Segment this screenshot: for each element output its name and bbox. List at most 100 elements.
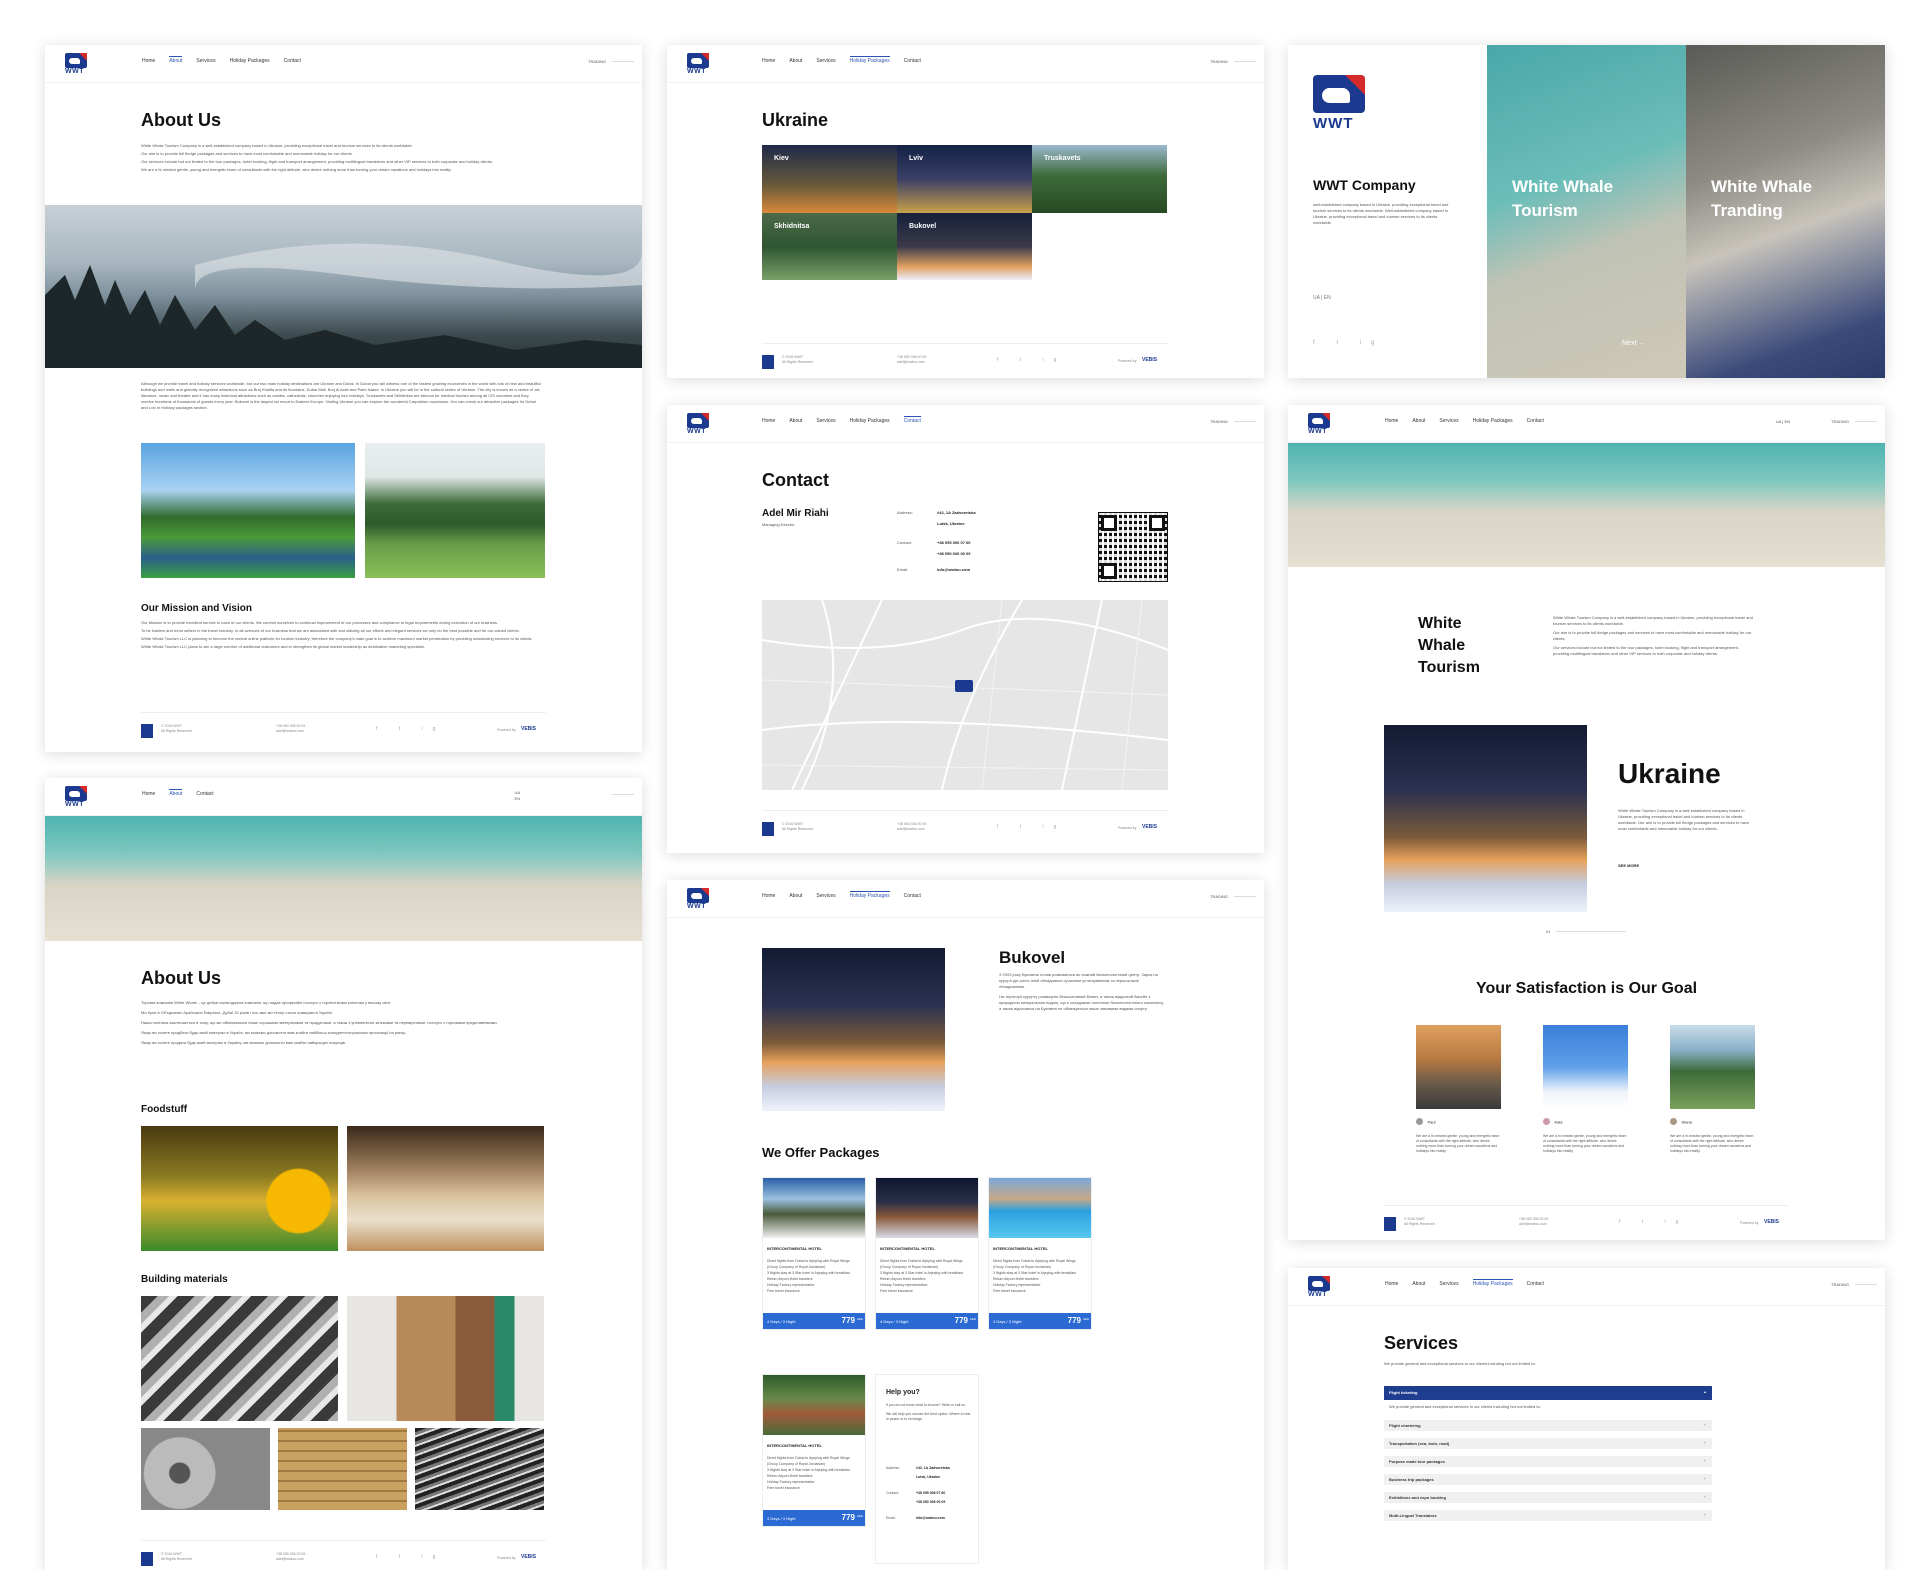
nav-trading[interactable]: TRADING — [1210, 894, 1228, 899]
nav-contact[interactable]: Contact — [1527, 1281, 1544, 1287]
nav-about[interactable]: About — [1412, 418, 1425, 424]
accordion-item[interactable]: Transportation (sea, train, road) + — [1384, 1438, 1712, 1449]
package-price-bar[interactable]: 4 Days / 3 Night 779 AED — [876, 1313, 978, 1329]
wwt-logo[interactable]: WWT — [1308, 1276, 1330, 1300]
nav-about[interactable]: About — [789, 893, 802, 899]
email-link[interactable]: info@wwtou.com — [916, 1515, 945, 1521]
phone-number[interactable]: +38 095 006 07 60 — [937, 540, 970, 546]
next-button[interactable]: Next → — [1622, 340, 1645, 347]
nav-trading[interactable]: TRADING — [588, 59, 606, 64]
social-icons[interactable]: f t ig — [1619, 1219, 1688, 1225]
nav-services[interactable]: Services — [816, 893, 835, 899]
wwt-logo[interactable]: WWT — [65, 53, 87, 77]
wwt-logo[interactable]: WWT — [1308, 413, 1330, 437]
footer-logo[interactable] — [762, 355, 774, 369]
footer-email[interactable]: adel@wwtou.com — [897, 360, 926, 365]
nav-about[interactable]: About — [169, 56, 183, 64]
vebis-logo[interactable]: VEBIS — [521, 726, 536, 732]
menu-line[interactable] — [1234, 61, 1256, 62]
social-icons[interactable]: f t ig — [376, 1554, 445, 1560]
package-price-bar[interactable]: 4 Days / 3 Night 779 AED — [989, 1313, 1091, 1329]
social-icons[interactable]: f t ig — [1313, 340, 1384, 346]
nav-trading[interactable]: TRADING — [1831, 1282, 1849, 1287]
nav-contact[interactable]: Contact — [1527, 418, 1544, 424]
menu-line[interactable] — [1855, 1284, 1877, 1285]
accordion-item[interactable]: Business trip packages + — [1384, 1474, 1712, 1485]
footer-logo[interactable] — [141, 1552, 153, 1566]
nav-services[interactable]: Services — [1439, 418, 1458, 424]
nav-services[interactable]: Services — [816, 418, 835, 424]
social-icons[interactable]: f t ig — [997, 824, 1066, 830]
nav-holiday[interactable]: Holiday Packages — [1472, 1279, 1513, 1287]
language-switch[interactable]: UA EN — [514, 790, 520, 802]
nav-holiday[interactable]: Holiday Packages — [849, 891, 890, 899]
phone-number[interactable]: +38 050 036 00 09 — [937, 551, 970, 557]
nav-contact[interactable]: Contact — [903, 416, 921, 424]
location-map[interactable] — [762, 600, 1168, 790]
social-icons[interactable]: f t ig — [376, 726, 445, 732]
nav-holiday[interactable]: Holiday Packages — [849, 56, 890, 64]
footer-logo[interactable] — [762, 822, 774, 836]
wwt-logo[interactable]: WWT — [65, 786, 87, 810]
vebis-logo[interactable]: VEBIS — [1142, 357, 1157, 363]
nav-about[interactable]: About — [1412, 1281, 1425, 1287]
city-tile-lviv[interactable]: Lviv — [897, 145, 1032, 213]
city-tile-bukovel[interactable]: Bukovel — [897, 213, 1032, 280]
see-more-link[interactable]: SEE MORE — [1618, 863, 1639, 868]
nav-home[interactable]: Home — [1385, 1281, 1398, 1287]
menu-line[interactable] — [1234, 896, 1256, 897]
language-switch[interactable]: UA | EN — [1776, 419, 1790, 424]
slider-pager[interactable]: 01 — [1546, 929, 1550, 934]
wwt-large-logo[interactable]: WWT — [1313, 75, 1365, 133]
nav-about[interactable]: About — [169, 789, 183, 797]
vebis-logo[interactable]: VEBIS — [1764, 1219, 1779, 1225]
nav-contact[interactable]: Contact — [904, 58, 921, 64]
accordion-item[interactable]: Multi-Lingual Translators + — [1384, 1510, 1712, 1521]
nav-home[interactable]: Home — [762, 893, 775, 899]
nav-services[interactable]: Services — [196, 58, 215, 64]
wwt-logo[interactable]: WWT — [687, 888, 709, 912]
footer-email[interactable]: adel@wwtou.com — [897, 827, 926, 832]
nav-contact[interactable]: Contact — [284, 58, 301, 64]
accordion-item[interactable]: Purpose made tour packages + — [1384, 1456, 1712, 1467]
nav-holiday[interactable]: Holiday Packages — [850, 418, 890, 424]
phone-number[interactable]: +38 095 006 07 60 — [916, 1490, 945, 1496]
package-card[interactable]: INTERCONTINENTAL HOTEL Direct flights fr… — [988, 1177, 1092, 1330]
accordion-item[interactable]: Exhibitions and expo booking + — [1384, 1492, 1712, 1503]
menu-line[interactable] — [1855, 421, 1877, 422]
footer-email[interactable]: adel@wwtou.com — [276, 1557, 305, 1562]
nav-services[interactable]: Services — [1439, 1281, 1458, 1287]
nav-about[interactable]: About — [789, 58, 802, 64]
nav-contact[interactable]: Contact — [904, 893, 921, 899]
phone-number[interactable]: +38 050 036 00 09 — [916, 1499, 945, 1505]
nav-home[interactable]: Home — [762, 58, 775, 64]
package-price-bar[interactable]: 4 Days / 3 Night 779 AED — [763, 1510, 865, 1526]
nav-contact[interactable]: Contact — [196, 791, 213, 797]
accordion-item[interactable]: Flight chartering + — [1384, 1420, 1712, 1431]
nav-holiday[interactable]: Holiday Packages — [230, 58, 270, 64]
menu-line[interactable] — [1234, 421, 1256, 422]
nav-home[interactable]: Home — [762, 418, 775, 424]
footer-email[interactable]: adel@wwtou.com — [1519, 1222, 1548, 1227]
language-switch[interactable]: UA | EN — [1313, 295, 1331, 301]
package-card[interactable]: INTERCONTINENTAL HOTEL Direct flights fr… — [762, 1374, 866, 1527]
vebis-logo[interactable]: VEBIS — [521, 1554, 536, 1560]
trading-panel[interactable]: White Whale Tranding — [1686, 45, 1885, 378]
nav-home[interactable]: Home — [142, 791, 155, 797]
nav-trading[interactable]: TRADING — [1831, 419, 1849, 424]
city-tile-truskavets[interactable]: Truskavets — [1032, 145, 1167, 213]
menu-line[interactable] — [612, 61, 634, 62]
footer-email[interactable]: adel@wwtou.com — [276, 729, 305, 734]
package-card[interactable]: INTERCONTINENTAL HOTEL Direct flights fr… — [762, 1177, 866, 1330]
city-tile-skhidnitsa[interactable]: Skhidnitsa — [762, 213, 897, 280]
wwt-logo[interactable]: WWT — [687, 413, 709, 437]
nav-about[interactable]: About — [789, 418, 802, 424]
nav-home[interactable]: Home — [142, 58, 155, 64]
tourism-panel[interactable]: White Whale Tourism Next → — [1487, 45, 1686, 378]
city-tile-kiev[interactable]: Kiev — [762, 145, 897, 213]
footer-logo[interactable] — [141, 724, 153, 738]
email-link[interactable]: info@wwtou.com — [937, 567, 970, 573]
nav-trading[interactable]: TRADING — [1210, 419, 1228, 424]
nav-home[interactable]: Home — [1385, 418, 1398, 424]
menu-line[interactable] — [612, 794, 634, 795]
